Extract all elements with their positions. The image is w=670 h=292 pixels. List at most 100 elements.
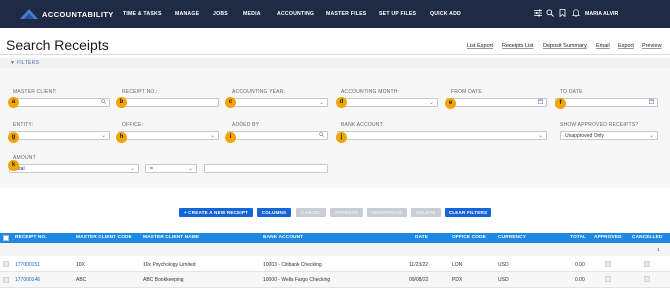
nav-jobs[interactable]: JOBS	[213, 11, 228, 17]
annotation-badge-k: k	[8, 160, 19, 171]
receipt-no-link[interactable]: 177000151	[15, 262, 40, 268]
receipt-no-link[interactable]: 177000146	[15, 277, 40, 283]
col-cancelled[interactable]: CANCELLED	[632, 235, 662, 240]
master-client-label: MASTER CLIENT:	[13, 89, 57, 95]
search-icon[interactable]	[546, 9, 554, 19]
nav-time-tasks[interactable]: TIME & TASKS	[123, 11, 162, 17]
page-title: Search Receipts	[6, 37, 109, 53]
columns-button[interactable]: COLUMNS	[257, 208, 291, 217]
export-link[interactable]: Export	[618, 43, 634, 49]
accounting-year-select[interactable]: ⌄	[227, 98, 328, 107]
annotation-badge-d: d	[336, 97, 347, 108]
annotation-badge-c: c	[225, 97, 236, 108]
chevron-down-icon: ⌄	[209, 133, 215, 139]
row-checkbox[interactable]	[3, 261, 9, 267]
nav-master-files[interactable]: MASTER FILES	[326, 11, 366, 17]
amount-value-input[interactable]	[204, 164, 328, 173]
client-code-cell: ABC	[76, 277, 87, 283]
to-date-input[interactable]	[555, 98, 658, 107]
office-label: OFFICE:	[122, 122, 144, 128]
filters-toggle[interactable]: ▼ FILTERS	[10, 60, 39, 66]
client-name-cell: ABC Bookkeeping	[143, 277, 184, 283]
delete-button[interactable]: DELETE	[411, 208, 441, 217]
office-cell: LON	[452, 262, 463, 268]
col-currency[interactable]: CURRENCY	[498, 235, 526, 240]
added-by-label: ADDED BY	[232, 122, 260, 128]
table-row[interactable]	[0, 256, 670, 272]
bank-account-label: BANK ACCOUNT:	[341, 122, 384, 128]
nav-manage[interactable]: MANAGE	[175, 11, 199, 17]
col-office-code[interactable]: OFFICE CODE	[452, 235, 486, 240]
annotation-badge-f: f	[555, 98, 566, 109]
chevron-down-icon: ⌄	[129, 166, 135, 172]
approve-button[interactable]: APPROVE	[330, 208, 363, 217]
accounting-month-label: ACCOUNTING MONTH:	[341, 89, 400, 95]
total-cell: 0.00	[575, 262, 585, 268]
bank-account-cell: 10003 - Citibank Checking	[263, 262, 322, 268]
annotation-badge-i: i	[225, 132, 236, 143]
cancel-button[interactable]: CANCEL	[296, 208, 326, 217]
col-date[interactable]: DATE	[415, 235, 428, 240]
total-cell: 0.00	[575, 277, 585, 283]
nav-set-up-files[interactable]: SET UP FILES	[379, 11, 416, 17]
title-divider	[0, 54, 670, 55]
col-master-client-name[interactable]: MASTER CLIENT NAME	[143, 235, 199, 240]
logo-icon	[20, 9, 38, 19]
bank-account-select[interactable]: ⌄	[337, 131, 547, 140]
deposit-summary-link[interactable]: Deposit Summary	[543, 43, 587, 49]
select-all-checkbox[interactable]	[3, 235, 9, 241]
chevron-down-icon: ⌄	[318, 100, 324, 106]
date-cell: 09/08/22	[409, 277, 429, 283]
clear-filters-button[interactable]: CLEAR FILTERS	[445, 208, 491, 217]
accounting-month-select[interactable]: ⌄	[337, 98, 438, 107]
email-link[interactable]: Email	[596, 43, 610, 49]
accounting-year-label: ACCOUNTING YEAR:	[232, 89, 286, 95]
app-logo[interactable]: ACCOUNTABILITY	[20, 9, 120, 19]
col-bank-account[interactable]: BANK ACCOUNT	[263, 235, 303, 240]
col-master-client-code[interactable]: MASTER CLIENT CODE	[76, 235, 132, 240]
calendar-icon[interactable]	[538, 99, 544, 106]
calendar-icon[interactable]	[649, 99, 655, 106]
currency-cell: USD	[498, 262, 509, 268]
from-date-input[interactable]	[446, 98, 547, 107]
nav-media[interactable]: MEDIA	[243, 11, 261, 17]
create-receipt-button[interactable]: + CREATE A NEW RECEIPT	[179, 208, 253, 217]
amount-field-select[interactable]: Total ⌄	[9, 164, 139, 173]
annotation-badge-j: j	[336, 132, 347, 143]
added-by-input[interactable]	[227, 131, 328, 140]
nav-quick-add[interactable]: QUICK ADD	[430, 11, 461, 17]
preview-link[interactable]: Preview	[642, 43, 662, 49]
col-approved[interactable]: APPROVED	[594, 235, 622, 240]
nav-accounting[interactable]: ACCOUNTING	[277, 11, 314, 17]
bell-icon[interactable]	[572, 9, 580, 19]
sliders-icon[interactable]	[534, 9, 542, 19]
office-cell: PDX	[452, 277, 463, 283]
col-receipt-no[interactable]: RECEIPT NO.	[15, 235, 47, 240]
client-name-cell: 10x Psychology Limited	[143, 262, 196, 268]
col-total[interactable]: TOTAL	[570, 235, 586, 240]
user-name[interactable]: MARIA ALVIR	[585, 11, 618, 17]
chevron-down-icon: ⌄	[648, 133, 654, 139]
chevron-down-icon: ⌄	[100, 133, 106, 139]
chevron-down-icon: ⌄	[428, 100, 434, 106]
office-select[interactable]: ⌄	[118, 131, 219, 140]
chevron-down-icon: ⌄	[187, 166, 193, 172]
unapprove-button[interactable]: UNAPPROVE	[367, 208, 407, 217]
cancelled-checkbox	[644, 261, 650, 267]
bank-account-cell: 10000 - Wells Fargo Checking	[263, 277, 331, 283]
show-approved-select[interactable]: Unapproved Only ⌄	[560, 131, 658, 140]
approved-checkbox	[605, 276, 611, 282]
row-checkbox[interactable]	[3, 277, 9, 283]
entity-select[interactable]: ⌄	[9, 131, 110, 140]
master-client-input[interactable]	[9, 98, 110, 107]
receipt-no-label: RECEIPT NO.:	[122, 89, 158, 95]
receipt-no-input[interactable]	[118, 98, 219, 107]
list-export-link[interactable]: List Export	[467, 43, 493, 49]
filters-header[interactable]	[0, 58, 670, 68]
table-row[interactable]	[0, 272, 670, 288]
bookmark-icon[interactable]	[559, 9, 566, 19]
receipts-list-link[interactable]: Receipts List	[502, 43, 534, 49]
page-number[interactable]: 1	[657, 247, 660, 252]
to-date-label: TO DATE	[560, 89, 583, 95]
amount-operator-select[interactable]: = ⌄	[145, 164, 197, 173]
